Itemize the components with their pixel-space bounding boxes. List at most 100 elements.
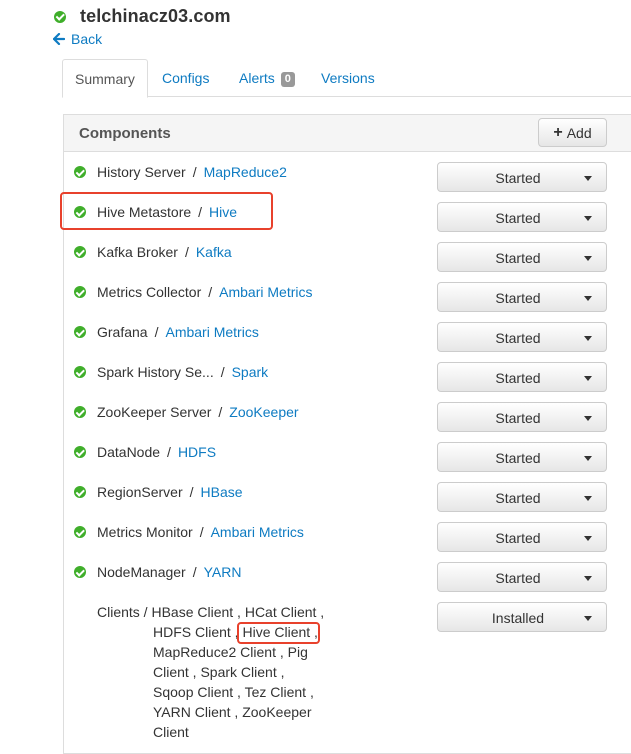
status-ok-icon bbox=[74, 406, 86, 418]
component-row-nodemanager: NodeManager / YARN bbox=[74, 562, 241, 582]
components-title: Components bbox=[79, 125, 171, 142]
arrow-left-icon bbox=[53, 33, 65, 45]
status-ok-icon bbox=[74, 366, 86, 378]
caret-down-icon bbox=[584, 616, 592, 621]
status-ok-icon bbox=[74, 326, 86, 338]
component-name: DataNode bbox=[97, 444, 161, 460]
component-name: RegionServer bbox=[97, 484, 183, 500]
component-status-dropdown[interactable]: Started bbox=[437, 362, 607, 392]
component-status-dropdown[interactable]: Started bbox=[437, 282, 607, 312]
caret-down-icon bbox=[584, 496, 592, 501]
service-link[interactable]: Ambari Metrics bbox=[219, 284, 312, 300]
component-row-regionserver: RegionServer / HBase bbox=[74, 482, 243, 502]
host-header: telchinacz03.com bbox=[54, 6, 231, 27]
caret-down-icon bbox=[584, 416, 592, 421]
tab-versions[interactable]: Versions bbox=[309, 59, 387, 97]
back-link[interactable]: Back bbox=[53, 31, 102, 47]
status-label: Started bbox=[495, 490, 541, 506]
tab-alerts[interactable]: Alerts 0 bbox=[227, 59, 307, 97]
caret-down-icon bbox=[584, 576, 592, 581]
clients-line: YARN Client , ZooKeeper bbox=[153, 704, 312, 720]
component-name: Metrics Collector bbox=[97, 284, 202, 300]
component-status-dropdown[interactable]: Started bbox=[437, 402, 607, 432]
clients-line: Sqoop Client , Tez Client , bbox=[153, 684, 314, 700]
component-name: Kafka Broker bbox=[97, 244, 178, 260]
component-status-dropdown[interactable]: Started bbox=[437, 202, 607, 232]
component-name: Spark History Se... bbox=[97, 364, 214, 380]
component-row-zookeeper-server: ZooKeeper Server / ZooKeeper bbox=[74, 402, 299, 422]
clients-status-dropdown[interactable]: Installed bbox=[437, 602, 607, 632]
caret-down-icon bbox=[584, 296, 592, 301]
client-item: HDFS Client , bbox=[153, 624, 243, 640]
status-label: Started bbox=[495, 450, 541, 466]
highlight-hive-client bbox=[237, 622, 320, 644]
component-row-grafana: Grafana / Ambari Metrics bbox=[74, 322, 259, 342]
component-row-kafka-broker: Kafka Broker / Kafka bbox=[74, 242, 232, 262]
status-label: Started bbox=[495, 250, 541, 266]
tab-summary[interactable]: Summary bbox=[62, 59, 148, 98]
clients-line: Client bbox=[153, 724, 189, 740]
service-link[interactable]: YARN bbox=[204, 564, 242, 580]
status-label: Started bbox=[495, 210, 541, 226]
alerts-count-badge: 0 bbox=[280, 72, 295, 87]
component-name: Metrics Monitor bbox=[97, 524, 193, 540]
service-link[interactable]: Ambari Metrics bbox=[211, 524, 304, 540]
caret-down-icon bbox=[584, 336, 592, 341]
clients-line: Client , Spark Client , bbox=[153, 664, 285, 680]
host-tabs: Summary Configs Alerts 0 Versions bbox=[62, 59, 631, 98]
component-name: NodeManager bbox=[97, 564, 186, 580]
component-status-dropdown[interactable]: Started bbox=[437, 242, 607, 272]
component-name: ZooKeeper Server bbox=[97, 404, 212, 420]
add-label: Add bbox=[566, 124, 592, 141]
clients-line: MapReduce2 Client , Pig bbox=[153, 644, 308, 660]
status-label: Started bbox=[495, 410, 541, 426]
status-label: Started bbox=[495, 330, 541, 346]
status-ok-icon bbox=[74, 566, 86, 578]
status-ok-icon bbox=[74, 446, 86, 458]
status-ok-icon bbox=[74, 486, 86, 498]
status-label: Started bbox=[495, 170, 541, 186]
status-label: Started bbox=[495, 570, 541, 586]
component-status-dropdown[interactable]: Started bbox=[437, 522, 607, 552]
service-link[interactable]: Ambari Metrics bbox=[165, 324, 258, 340]
service-link[interactable]: Kafka bbox=[196, 244, 232, 260]
component-row-datanode: DataNode / HDFS bbox=[74, 442, 216, 462]
status-label: Started bbox=[495, 370, 541, 386]
component-name: History Server bbox=[97, 164, 186, 180]
component-status-dropdown[interactable]: Started bbox=[437, 162, 607, 192]
status-ok-icon bbox=[74, 166, 86, 178]
plus-icon: + bbox=[553, 123, 563, 141]
status-ok-icon bbox=[74, 246, 86, 258]
caret-down-icon bbox=[584, 376, 592, 381]
tab-configs[interactable]: Configs bbox=[150, 59, 221, 97]
status-ok-icon bbox=[74, 526, 86, 538]
tab-alerts-label: Alerts bbox=[239, 70, 275, 86]
status-ok-icon bbox=[54, 10, 66, 23]
caret-down-icon bbox=[584, 256, 592, 261]
status-label: Started bbox=[495, 290, 541, 306]
component-status-dropdown[interactable]: Started bbox=[437, 442, 607, 472]
component-name: Grafana bbox=[97, 324, 148, 340]
component-status-dropdown[interactable]: Started bbox=[437, 322, 607, 352]
component-status-dropdown[interactable]: Started bbox=[437, 482, 607, 512]
highlight-hive-metastore bbox=[60, 192, 273, 230]
back-label: Back bbox=[71, 31, 103, 47]
component-status-dropdown[interactable]: Started bbox=[437, 562, 607, 592]
service-link[interactable]: ZooKeeper bbox=[229, 404, 298, 420]
clients-line: Clients / HBase Client , HCat Client , bbox=[97, 604, 325, 620]
service-link[interactable]: HBase bbox=[201, 484, 243, 500]
caret-down-icon bbox=[584, 176, 592, 181]
service-link[interactable]: MapReduce2 bbox=[204, 164, 287, 180]
service-link[interactable]: Spark bbox=[232, 364, 269, 380]
caret-down-icon bbox=[584, 536, 592, 541]
status-ok-icon bbox=[74, 286, 86, 298]
component-row-history-server: History Server / MapReduce2 bbox=[74, 162, 287, 182]
add-component-button[interactable]: + Add bbox=[538, 118, 607, 147]
component-row-spark-history-server: Spark History Se... / Spark bbox=[74, 362, 268, 382]
caret-down-icon bbox=[584, 456, 592, 461]
service-link[interactable]: HDFS bbox=[178, 444, 216, 460]
status-label: Started bbox=[495, 530, 541, 546]
components-panel-header: Components + Add bbox=[64, 115, 631, 152]
status-label: Installed bbox=[491, 610, 545, 626]
host-name: telchinacz03.com bbox=[80, 6, 231, 26]
